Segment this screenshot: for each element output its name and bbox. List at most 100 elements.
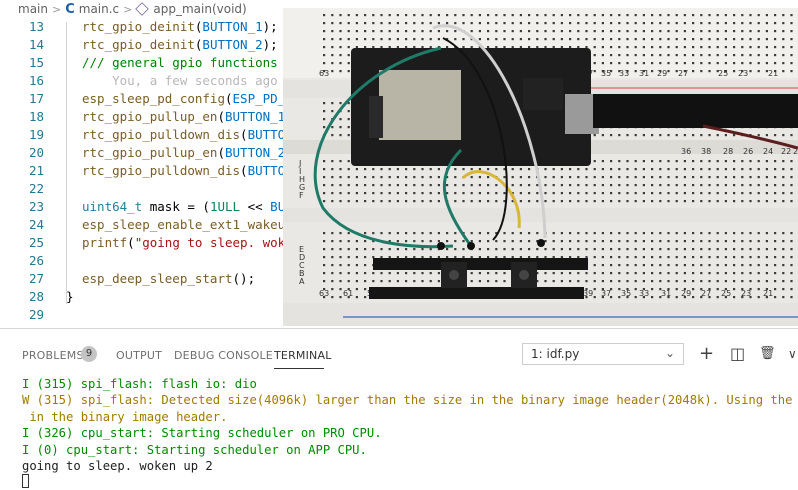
code-text: /// general gpio functions u <box>82 54 293 72</box>
tab-debug-console[interactable]: DEBUG CONSOLE <box>174 349 273 362</box>
line-number: 20 <box>28 145 44 160</box>
breadboard-label: 63 <box>319 289 329 298</box>
code-token: << <box>240 199 271 214</box>
code-token: esp_deep_sleep_start <box>82 271 233 286</box>
terminal-line: in the binary image header. <box>22 409 228 424</box>
code-text: esp_sleep_pd_config(ESP_PD_D <box>82 90 293 108</box>
line-number: 13 <box>28 19 44 34</box>
code-token: /// general gpio functions u <box>82 55 293 70</box>
line-number: 21 <box>28 163 44 178</box>
terminal-line: I (326) cpu_start: Starting scheduler on… <box>22 426 382 441</box>
code-text: esp_deep_sleep_start(); <box>82 270 255 288</box>
breadboard-label: H <box>299 175 305 184</box>
code-token: uint64_t <box>82 199 143 214</box>
split-terminal-icon[interactable]: ◫ <box>730 344 745 364</box>
code-text: uint64_t mask = (1ULL << BUT <box>82 198 293 216</box>
code-token: rtc_gpio_pullup_en <box>82 145 218 160</box>
line-number: 16 <box>28 73 44 88</box>
breadboard-label: 21 <box>768 69 778 78</box>
code-text: You, a few seconds ago <box>82 72 278 90</box>
breadboard-label: C <box>299 261 305 270</box>
code-token: ( <box>225 91 233 106</box>
code-token: rtc_gpio_pulldown_dis <box>82 127 241 142</box>
add-terminal-icon[interactable]: + <box>699 344 714 364</box>
terminal-line: I (315) spi_flash: flash io: dio <box>22 377 257 391</box>
breadboard-label: 61 <box>343 289 353 298</box>
terminal-select-value: 1: idf.py <box>531 347 580 361</box>
code-token: You, a few seconds ago <box>82 73 278 88</box>
breadboard-label: E <box>299 245 304 254</box>
code-token: ( <box>217 145 225 160</box>
code-token: BUTTON_2 <box>202 37 263 52</box>
breadboard-label: 33 <box>619 69 629 78</box>
breadboard-label: 23 <box>738 69 748 78</box>
breadboard-label: 33 <box>639 289 649 298</box>
code-token: ( <box>240 163 248 178</box>
code-token: 1ULL <box>209 199 241 214</box>
breadboard-label: 36 <box>681 147 691 156</box>
breadboard-label: 29 <box>681 289 691 298</box>
breadboard-label: B <box>299 269 305 278</box>
code-token: rtc_gpio_deinit <box>82 19 195 34</box>
chevron-right-icon: > <box>123 2 133 16</box>
line-number: 23 <box>28 199 44 214</box>
breadboard-label: 35 <box>621 289 631 298</box>
code-token: rtc_gpio_deinit <box>82 37 195 52</box>
line-number: 19 <box>28 127 44 142</box>
line-number: 28 <box>28 289 44 304</box>
code-token: printf <box>82 235 128 250</box>
code-text: rtc_gpio_deinit(BUTTON_1); <box>82 18 278 36</box>
line-number: 29 <box>28 307 44 322</box>
breadcrumb-symbol[interactable]: app_main(void) <box>153 2 246 16</box>
breadboard-label: 63 <box>319 69 329 78</box>
code-token: rtc_gpio_pulldown_dis <box>82 163 241 178</box>
terminal-select[interactable]: 1: idf.py ⌄ <box>522 343 684 365</box>
code-text: } <box>66 288 74 306</box>
terminal-line: W (315) spi_flash: Detected size(4096k) … <box>22 393 793 408</box>
breadboard-label: A <box>299 277 305 286</box>
code-text: rtc_gpio_pullup_en(BUTTON_2) <box>82 144 293 162</box>
code-text: esp_sleep_enable_ext1_wakeup <box>82 216 293 234</box>
code-token: BUTTON_1 <box>225 109 286 124</box>
breadcrumb-folder[interactable]: main <box>18 2 48 16</box>
breadboard-label: 27 <box>701 289 711 298</box>
breadboard-label: 29 <box>657 69 667 78</box>
breadboard-label: 25 <box>718 69 728 78</box>
terminal-output[interactable]: I (315) spi_flash: flash io: dio W (315) … <box>0 370 798 490</box>
breadboard-label: 31 <box>639 69 649 78</box>
breadboard-label: 28 <box>723 147 733 156</box>
tab-problems[interactable]: PROBLEMS <box>22 349 84 362</box>
code-token: ( <box>127 235 135 250</box>
breadboard-label: 31 <box>661 289 671 298</box>
chevron-icon[interactable]: ∨ <box>788 344 797 364</box>
line-number: 22 <box>28 181 44 196</box>
code-token: (); <box>232 271 256 286</box>
active-tab-indicator <box>274 368 324 369</box>
breadboard-label: I <box>299 167 301 176</box>
trash-icon[interactable]: 🗑 <box>759 344 776 364</box>
code-token: rtc_gpio_pullup_en <box>82 109 218 124</box>
c-file-icon: C <box>65 1 75 17</box>
code-token: ( <box>217 109 225 124</box>
code-token: BUTTON_2 <box>225 145 286 160</box>
tab-terminal[interactable]: TERMINAL <box>274 349 332 362</box>
line-number: 25 <box>28 235 44 250</box>
code-token: esp_sleep_pd_config <box>82 91 225 106</box>
breadboard-label: J <box>298 159 301 168</box>
breadboard-label: F <box>299 191 304 200</box>
terminal-cursor <box>22 474 29 488</box>
breadboard-photo: 6337353331292725232163615939373533312927… <box>283 8 798 326</box>
code-text: printf("going to sleep. woke <box>82 234 293 252</box>
breadboard-photo-drawing: 6337353331292725232163615939373533312927… <box>283 8 798 326</box>
code-token: mask = ( <box>142 199 210 214</box>
line-number: 14 <box>28 37 44 52</box>
problems-count-badge: 9 <box>81 346 97 362</box>
function-cube-icon <box>135 2 150 16</box>
code-token: esp_sleep_enable_ext1_wakeup <box>82 217 293 232</box>
code-text: rtc_gpio_pulldown_dis(BUTTON <box>82 162 293 180</box>
tab-output[interactable]: OUTPUT <box>116 349 162 362</box>
terminal-line: I (0) cpu_start: Starting scheduler on A… <box>22 442 367 457</box>
code-token: BUTTON_1 <box>202 19 263 34</box>
breadcrumb-file[interactable]: main.c <box>79 2 119 16</box>
line-number: 15 <box>28 55 44 70</box>
